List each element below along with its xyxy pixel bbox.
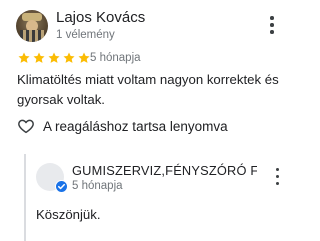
react-label: A reagáláshoz tartsa lenyomva	[43, 118, 228, 134]
star-icon	[33, 52, 45, 63]
author-avatar[interactable]	[16, 10, 48, 42]
star-icon	[48, 52, 60, 63]
review-time: 5 hónapja	[90, 52, 141, 64]
reply-time: 5 hónapja	[72, 180, 123, 192]
reply-text: Köszönjük.	[36, 207, 101, 222]
author-name[interactable]: Lajos Kovács	[56, 9, 145, 26]
reply-divider	[24, 154, 26, 241]
star-icon	[18, 52, 30, 63]
react-button[interactable]: A reagáláshoz tartsa lenyomva	[17, 116, 228, 136]
star-icon	[78, 52, 90, 63]
author-review-count: 1 vélemény	[56, 29, 115, 41]
verified-check-icon	[55, 180, 68, 193]
more-options-icon[interactable]	[264, 14, 280, 36]
owner-name[interactable]: GUMISZERVIZ,FÉNYSZÓRÓ FEL...	[72, 163, 257, 178]
star-icon	[63, 52, 75, 63]
reply-more-options-icon[interactable]	[270, 166, 286, 188]
review-text: Klimatöltés miatt voltam nagyon korrekte…	[17, 72, 279, 107]
star-rating	[17, 51, 91, 65]
heart-outline-icon	[18, 119, 34, 134]
